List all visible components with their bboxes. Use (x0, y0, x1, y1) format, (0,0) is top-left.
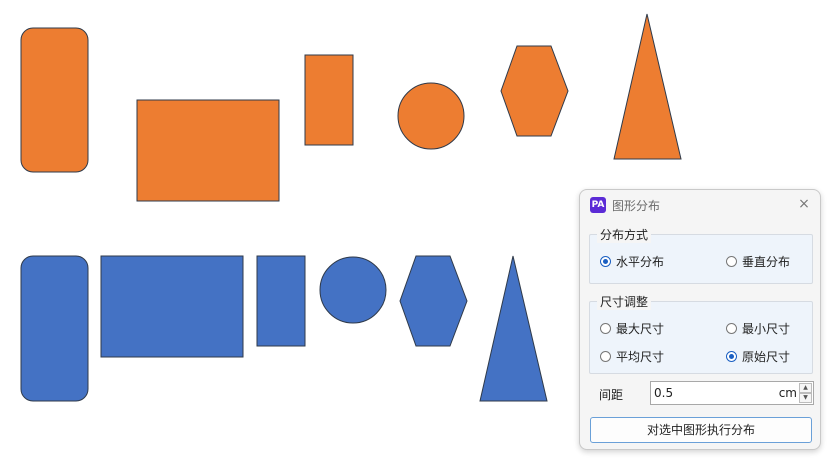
orange-circle[interactable] (397, 82, 465, 150)
radio-original-size-label: 原始尺寸 (742, 350, 791, 364)
spacing-value[interactable]: 0.5 (654, 386, 673, 400)
spacing-label: 间距 (599, 388, 624, 402)
radio-horizontal-indicator[interactable] (600, 256, 611, 267)
blue-wide-rectangle[interactable] (100, 255, 244, 358)
execute-distribute-button[interactable]: 对选中图形执行分布 (590, 417, 812, 443)
stepper-up-icon[interactable]: ▲ (799, 383, 812, 393)
distribution-group-title: 分布方式 (597, 226, 652, 243)
blue-circle[interactable] (319, 256, 387, 324)
radio-min-size-label: 最小尺寸 (742, 322, 791, 336)
radio-avg-size-indicator[interactable] (600, 351, 611, 362)
radio-avg-size-label: 平均尺寸 (616, 350, 665, 364)
radio-vertical-label: 垂直分布 (742, 255, 791, 269)
blue-rounded-rectangle[interactable] (20, 255, 89, 402)
radio-horizontal[interactable]: 水平分布 (600, 253, 664, 270)
orange-wide-rectangle[interactable] (136, 99, 280, 202)
spacing-input[interactable]: 0.5 cm ▲ ▼ (650, 381, 814, 405)
spacing-stepper[interactable]: ▲ ▼ (799, 383, 812, 403)
distribute-shapes-dialog: PA 图形分布 × 分布方式 水平分布 垂直分布 尺寸调整 最大尺寸 最小尺寸 … (579, 189, 821, 450)
dialog-titlebar[interactable]: PA 图形分布 × (580, 190, 820, 220)
spacing-unit: cm (778, 386, 797, 400)
radio-min-size-indicator[interactable] (726, 323, 737, 334)
orange-tall-rectangle[interactable] (304, 54, 354, 146)
radio-vertical-indicator[interactable] (726, 256, 737, 267)
orange-triangle[interactable] (613, 13, 682, 160)
orange-hexagon[interactable] (500, 45, 569, 137)
stepper-down-icon[interactable]: ▼ (799, 393, 812, 403)
radio-original-size[interactable]: 原始尺寸 (726, 348, 790, 365)
dialog-title: 图形分布 (612, 199, 661, 213)
orange-rounded-rectangle[interactable] (20, 27, 89, 173)
radio-max-size-label: 最大尺寸 (616, 322, 665, 336)
app-logo-icon: PA (590, 197, 606, 213)
close-icon[interactable]: × (796, 196, 812, 212)
radio-min-size[interactable]: 最小尺寸 (726, 320, 790, 337)
radio-vertical[interactable]: 垂直分布 (726, 253, 790, 270)
blue-hexagon[interactable] (399, 255, 468, 347)
size-group: 尺寸调整 最大尺寸 最小尺寸 平均尺寸 原始尺寸 (589, 293, 813, 374)
distribution-group: 分布方式 水平分布 垂直分布 (589, 226, 813, 284)
radio-max-size[interactable]: 最大尺寸 (600, 320, 664, 337)
radio-avg-size[interactable]: 平均尺寸 (600, 348, 664, 365)
blue-triangle[interactable] (479, 255, 548, 402)
blue-tall-rectangle[interactable] (256, 255, 306, 347)
radio-original-size-indicator[interactable] (726, 351, 737, 362)
size-group-title: 尺寸调整 (597, 293, 652, 310)
radio-horizontal-label: 水平分布 (616, 255, 665, 269)
radio-max-size-indicator[interactable] (600, 323, 611, 334)
